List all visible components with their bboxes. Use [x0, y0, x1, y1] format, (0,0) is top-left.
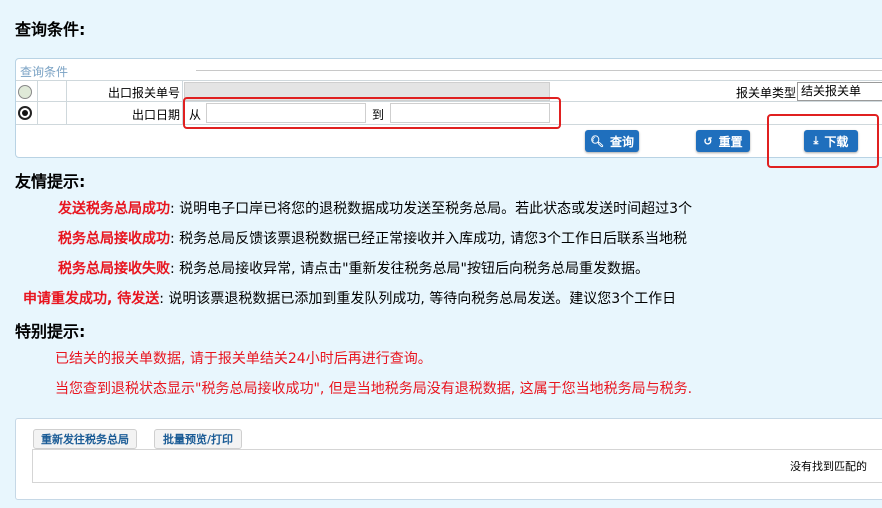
tip-text: : 税务总局反馈该票退税数据已经正常接收并入库成功, 请您3个工作日后联系当地税 [170, 231, 687, 247]
tip-term: 税务总局接收失败 [58, 261, 170, 277]
declaration-type-label: 报关单类型 [735, 86, 796, 100]
tip-term: 税务总局接收成功 [58, 231, 170, 247]
reset-icon: ↺ [703, 134, 713, 148]
declaration-number-label: 出口报关单号 [107, 86, 180, 100]
column-divider [37, 80, 38, 124]
special-line: 已结关的报关单数据, 请于报关单结关24小时后再进行查询。 [55, 351, 432, 367]
legend-divider [196, 70, 882, 71]
tips-heading: 友情提示: [15, 172, 86, 191]
special-heading: 特别提示: [15, 322, 86, 341]
row-divider [16, 80, 882, 81]
tip-term: 发送税务总局成功 [58, 201, 170, 217]
tip-item: 税务总局接收成功: 税务总局反馈该票退税数据已经正常接收并入库成功, 请您3个工… [58, 228, 687, 248]
tip-item: 发送税务总局成功: 说明电子口岸已将您的退税数据成功发送至税务总局。若此状态或发… [58, 198, 692, 218]
batch-print-button[interactable]: 批量预览/打印 [154, 429, 242, 449]
page-title: 查询条件: [15, 20, 86, 39]
column-divider [66, 80, 67, 124]
highlight-download [767, 114, 879, 168]
query-legend: 查询条件 [20, 65, 69, 79]
reset-button-label: 重置 [718, 134, 743, 149]
special-line: 当您查到退税状态显示"税务总局接收成功", 但是当地税务局没有退税数据, 这属于… [55, 381, 693, 397]
export-date-label: 出口日期 [131, 108, 180, 122]
empty-message: 没有找到匹配的 [790, 460, 867, 473]
declaration-type-select[interactable]: 结关报关单 [797, 82, 882, 101]
radio-declaration-number[interactable] [18, 85, 32, 99]
reset-button[interactable]: ↺ 重置 [696, 130, 750, 152]
tip-item: 税务总局接收失败: 税务总局接收异常, 请点击"重新发往税务总局"按钮后向税务总… [58, 258, 649, 278]
tip-text: : 说明该票退税数据已添加到重发队列成功, 等待向税务总局发送。建议您3个工作日 [159, 291, 677, 307]
query-button[interactable]: 🔍︎ 查询 [585, 130, 639, 152]
resend-button[interactable]: 重新发往税务总局 [33, 429, 137, 449]
tip-term: 申请重发成功, 待发送 [23, 291, 160, 307]
results-grid [32, 449, 882, 483]
query-button-label: 查询 [609, 134, 634, 149]
radio-export-date[interactable] [18, 106, 32, 120]
tip-text: : 说明电子口岸已将您的退税数据成功发送至税务总局。若此状态或发送时间超过3个 [170, 201, 693, 217]
tip-text: : 税务总局接收异常, 请点击"重新发往税务总局"按钮后向税务总局重发数据。 [170, 261, 649, 277]
highlight-date-range [183, 97, 561, 129]
tip-item: 申请重发成功, 待发送: 说明该票退税数据已添加到重发队列成功, 等待向税务总局… [23, 288, 676, 308]
search-icon: 🔍︎ [590, 134, 604, 148]
